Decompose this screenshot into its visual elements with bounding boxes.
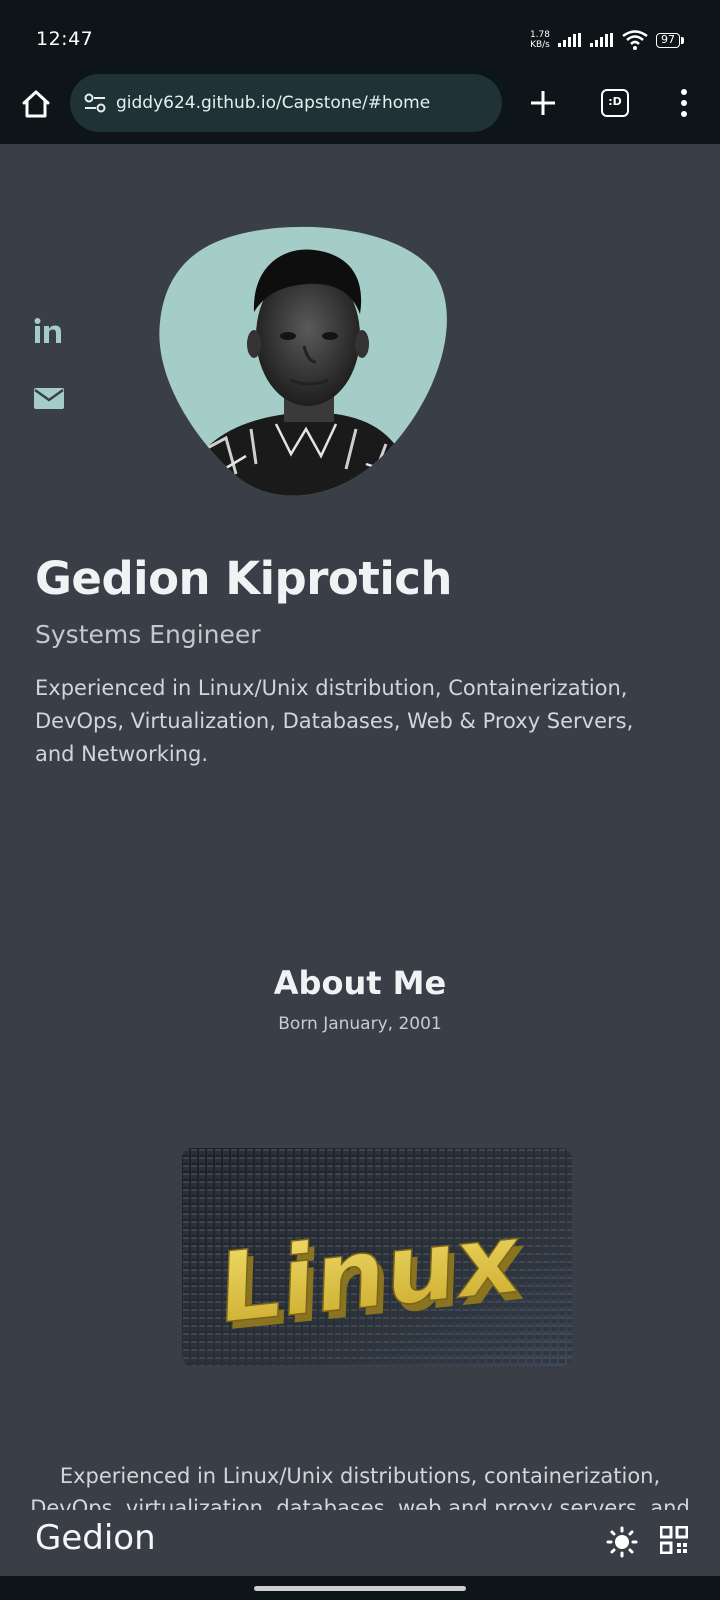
linux-image: Linux Linux: [182, 1148, 572, 1366]
status-bar: 12:47 1.78 KB/s 97: [0, 0, 720, 72]
about-title: About Me: [273, 964, 447, 1002]
signal-icon: [590, 33, 613, 47]
battery-indicator: 97: [656, 32, 684, 48]
url-text: giddy624.github.io/Capstone/#home: [116, 93, 431, 113]
theme-icon[interactable]: [606, 1526, 638, 1558]
tabs-icon[interactable]: :D: [601, 89, 629, 117]
brand-logo[interactable]: Gedion: [35, 1518, 156, 1558]
network-speed-value: 1.78: [529, 30, 550, 40]
hero-intro: Experienced in Linux/Unix distribution, …: [35, 676, 634, 766]
address-bar[interactable]: giddy624.github.io/Capstone/#home: [70, 74, 502, 132]
linkedin-icon[interactable]: [34, 318, 62, 344]
qr-icon[interactable]: [660, 1526, 688, 1554]
signal-icon: [558, 33, 581, 47]
hero-name: Gedion Kiprotich: [35, 552, 452, 605]
menu-icon[interactable]: [676, 88, 692, 118]
status-icons: 1.78 KB/s 97: [530, 30, 684, 50]
hero-role: Systems Engineer: [35, 620, 261, 649]
status-time: 12:47: [36, 28, 94, 50]
mail-icon[interactable]: [34, 386, 64, 410]
about-subtitle: Born January, 2001: [278, 1014, 442, 1034]
site-settings-icon[interactable]: [82, 90, 108, 116]
browser-toolbar: giddy624.github.io/Capstone/#home :D: [0, 72, 720, 144]
profile-photo: [156, 224, 452, 500]
gesture-handle[interactable]: [254, 1586, 466, 1591]
network-speed-unit: KB/s: [530, 40, 550, 50]
bottom-app-bar: Gedion: [0, 1510, 720, 1576]
wifi-icon: [622, 30, 648, 50]
network-speed: 1.78 KB/s: [530, 30, 550, 50]
home-icon[interactable]: [20, 88, 52, 120]
plus-icon[interactable]: [528, 88, 558, 118]
